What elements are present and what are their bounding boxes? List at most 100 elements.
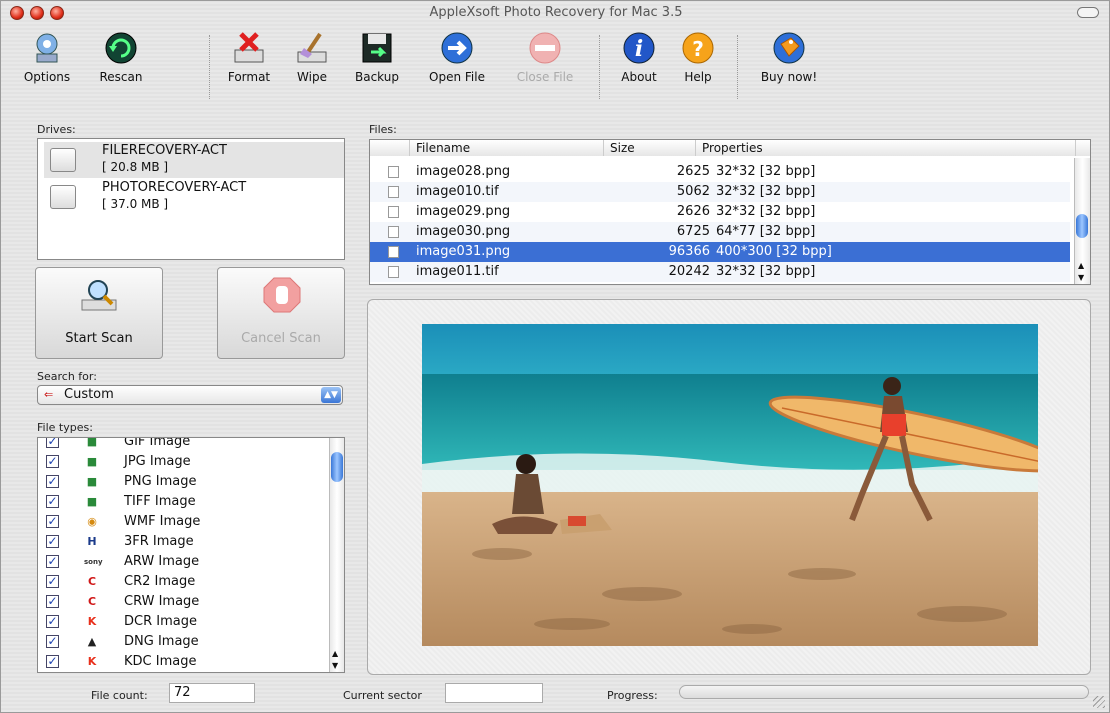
backup-icon <box>358 29 396 67</box>
files-table[interactable]: Filename Size Properties image028.png 262… <box>369 139 1091 285</box>
kodak-icon: K <box>87 615 97 628</box>
current-sector-label: Current sector <box>343 689 422 702</box>
resize-grip[interactable] <box>1093 696 1105 708</box>
file-properties: 32*32 [32 bpp] <box>716 264 816 279</box>
file-type-checkbox[interactable]: ✓ <box>46 655 59 668</box>
about-button[interactable]: i About <box>611 29 667 84</box>
file-row[interactable]: image030.png 6725 64*77 [32 bpp] <box>370 222 1070 242</box>
drive-item[interactable]: FILERECOVERY-ACT [ 20.8 MB ] <box>44 142 344 178</box>
file-type-item[interactable]: ✓ K DCR Image <box>46 612 326 632</box>
scroll-down-icon[interactable]: ▼ <box>1078 273 1084 282</box>
file-type-checkbox[interactable]: ✓ <box>46 575 59 588</box>
open-file-button[interactable]: Open File <box>419 29 495 84</box>
file-row[interactable]: image031.png 96366 400*300 [32 bpp] <box>370 242 1070 262</box>
toolbar-toggle-button[interactable] <box>1077 7 1099 18</box>
progress-bar <box>679 685 1089 699</box>
cancel-scan-button[interactable]: Cancel Scan <box>217 267 345 359</box>
column-header-properties[interactable]: Properties <box>696 140 1076 156</box>
file-row[interactable]: image029.png 2626 32*32 [32 bpp] <box>370 202 1070 222</box>
file-row[interactable]: image028.png 2625 32*32 [32 bpp] <box>370 162 1070 182</box>
scroll-thumb[interactable] <box>331 452 343 482</box>
app-window: AppleXsoft Photo Recovery for Mac 3.5 Op… <box>0 0 1110 713</box>
file-type-checkbox[interactable]: ✓ <box>46 455 59 468</box>
file-type-label: JPG Image <box>124 454 191 469</box>
drive-item[interactable]: PHOTORECOVERY-ACT [ 37.0 MB ] <box>44 179 344 215</box>
column-header-corner <box>1076 140 1090 156</box>
column-header-icon[interactable] <box>370 140 410 156</box>
scroll-down-icon[interactable]: ▼ <box>332 661 338 670</box>
wipe-button[interactable]: Wipe <box>287 29 337 84</box>
buy-now-button[interactable]: Buy now! <box>749 29 829 84</box>
file-type-item[interactable]: ✓ C CR2 Image <box>46 572 326 592</box>
drives-label: Drives: <box>37 123 76 136</box>
canon-icon: C <box>87 595 97 608</box>
start-scan-button[interactable]: Start Scan <box>35 267 163 359</box>
drives-list[interactable]: FILERECOVERY-ACT [ 20.8 MB ] PHOTORECOVE… <box>37 138 345 260</box>
file-count-field: 72 <box>169 683 255 703</box>
file-type-item[interactable]: ✓ ◉ WMF Image <box>46 512 326 532</box>
search-for-select[interactable]: ⇐ Custom ▲▼ <box>37 385 343 405</box>
drive-icon <box>50 185 76 209</box>
progress-label: Progress: <box>607 689 658 702</box>
file-types-scrollbar[interactable]: ▲ ▼ <box>329 438 344 672</box>
about-icon: i <box>620 29 658 67</box>
file-type-item[interactable]: ✓ ■ PNG Image <box>46 472 326 492</box>
file-name: image031.png <box>416 244 511 259</box>
file-name: image011.tif <box>416 264 499 279</box>
file-type-checkbox[interactable]: ✓ <box>46 595 59 608</box>
canon-icon: C <box>87 575 97 588</box>
file-properties: 32*32 [32 bpp] <box>716 164 816 179</box>
file-types-list[interactable]: ✓ ■ GIF Image ✓ ■ JPG Image ✓ ■ PNG Image ✓ ■ TIFF … <box>37 437 345 673</box>
file-type-item[interactable]: ✓ sony ARW Image <box>46 552 326 572</box>
help-button[interactable]: ? Help <box>673 29 723 84</box>
file-row[interactable]: image010.tif 5062 32*32 [32 bpp] <box>370 182 1070 202</box>
file-name: image010.tif <box>416 184 499 199</box>
file-type-item[interactable]: ✓ ▲ DNG Image <box>46 632 326 652</box>
file-type-label: 3FR Image <box>124 534 194 549</box>
file-properties: 400*300 [32 bpp] <box>716 244 832 259</box>
file-type-checkbox[interactable]: ✓ <box>46 495 59 508</box>
minimize-window-button[interactable] <box>30 6 44 20</box>
file-type-label: PNG Image <box>124 474 197 489</box>
file-type-item[interactable]: ✓ K KDC Image <box>46 652 326 672</box>
file-type-checkbox[interactable]: ✓ <box>46 635 59 648</box>
file-type-checkbox[interactable]: ✓ <box>46 515 59 528</box>
kodak-icon: K <box>87 655 97 668</box>
close-file-button[interactable]: Close File <box>507 29 583 84</box>
file-count-label: File count: <box>91 689 148 702</box>
file-type-item[interactable]: ✓ C CRW Image <box>46 592 326 612</box>
zoom-window-button[interactable] <box>50 6 64 20</box>
file-icon <box>388 206 399 218</box>
wmf-icon: ◉ <box>87 515 97 528</box>
file-icon <box>388 266 399 278</box>
file-type-item[interactable]: ✓ ■ TIFF Image <box>46 492 326 512</box>
file-type-item[interactable]: ✓ ■ GIF Image <box>46 437 326 452</box>
scroll-thumb[interactable] <box>1076 214 1088 238</box>
close-window-button[interactable] <box>10 6 24 20</box>
file-type-label: CR2 Image <box>124 574 196 589</box>
scroll-up-icon[interactable]: ▲ <box>332 649 338 658</box>
file-type-label: GIF Image <box>124 437 191 449</box>
file-type-checkbox[interactable]: ✓ <box>46 438 59 448</box>
file-type-item[interactable]: ✓ H 3FR Image <box>46 532 326 552</box>
rescan-button[interactable]: Rescan <box>91 29 151 84</box>
file-type-checkbox[interactable]: ✓ <box>46 615 59 628</box>
search-for-label: Search for: <box>37 370 97 383</box>
column-header-filename[interactable]: Filename <box>410 140 604 156</box>
file-type-item[interactable]: ✓ ■ JPG Image <box>46 452 326 472</box>
backup-button[interactable]: Backup <box>347 29 407 84</box>
format-button[interactable]: Format <box>219 29 279 84</box>
scroll-up-icon[interactable]: ▲ <box>1078 261 1084 270</box>
open-file-icon <box>438 29 476 67</box>
column-header-size[interactable]: Size <box>604 140 696 156</box>
file-type-checkbox[interactable]: ✓ <box>46 555 59 568</box>
files-scrollbar[interactable]: ▲ ▼ <box>1074 158 1090 284</box>
file-type-checkbox[interactable]: ✓ <box>46 535 59 548</box>
svg-text:?: ? <box>692 37 704 61</box>
toolbar-separator <box>599 35 600 99</box>
options-button[interactable]: Options <box>17 29 77 84</box>
file-row[interactable]: image011.tif 20242 32*32 [32 bpp] <box>370 262 1070 282</box>
image-icon: ■ <box>86 437 98 448</box>
toolbar-separator <box>737 35 738 99</box>
file-type-checkbox[interactable]: ✓ <box>46 475 59 488</box>
